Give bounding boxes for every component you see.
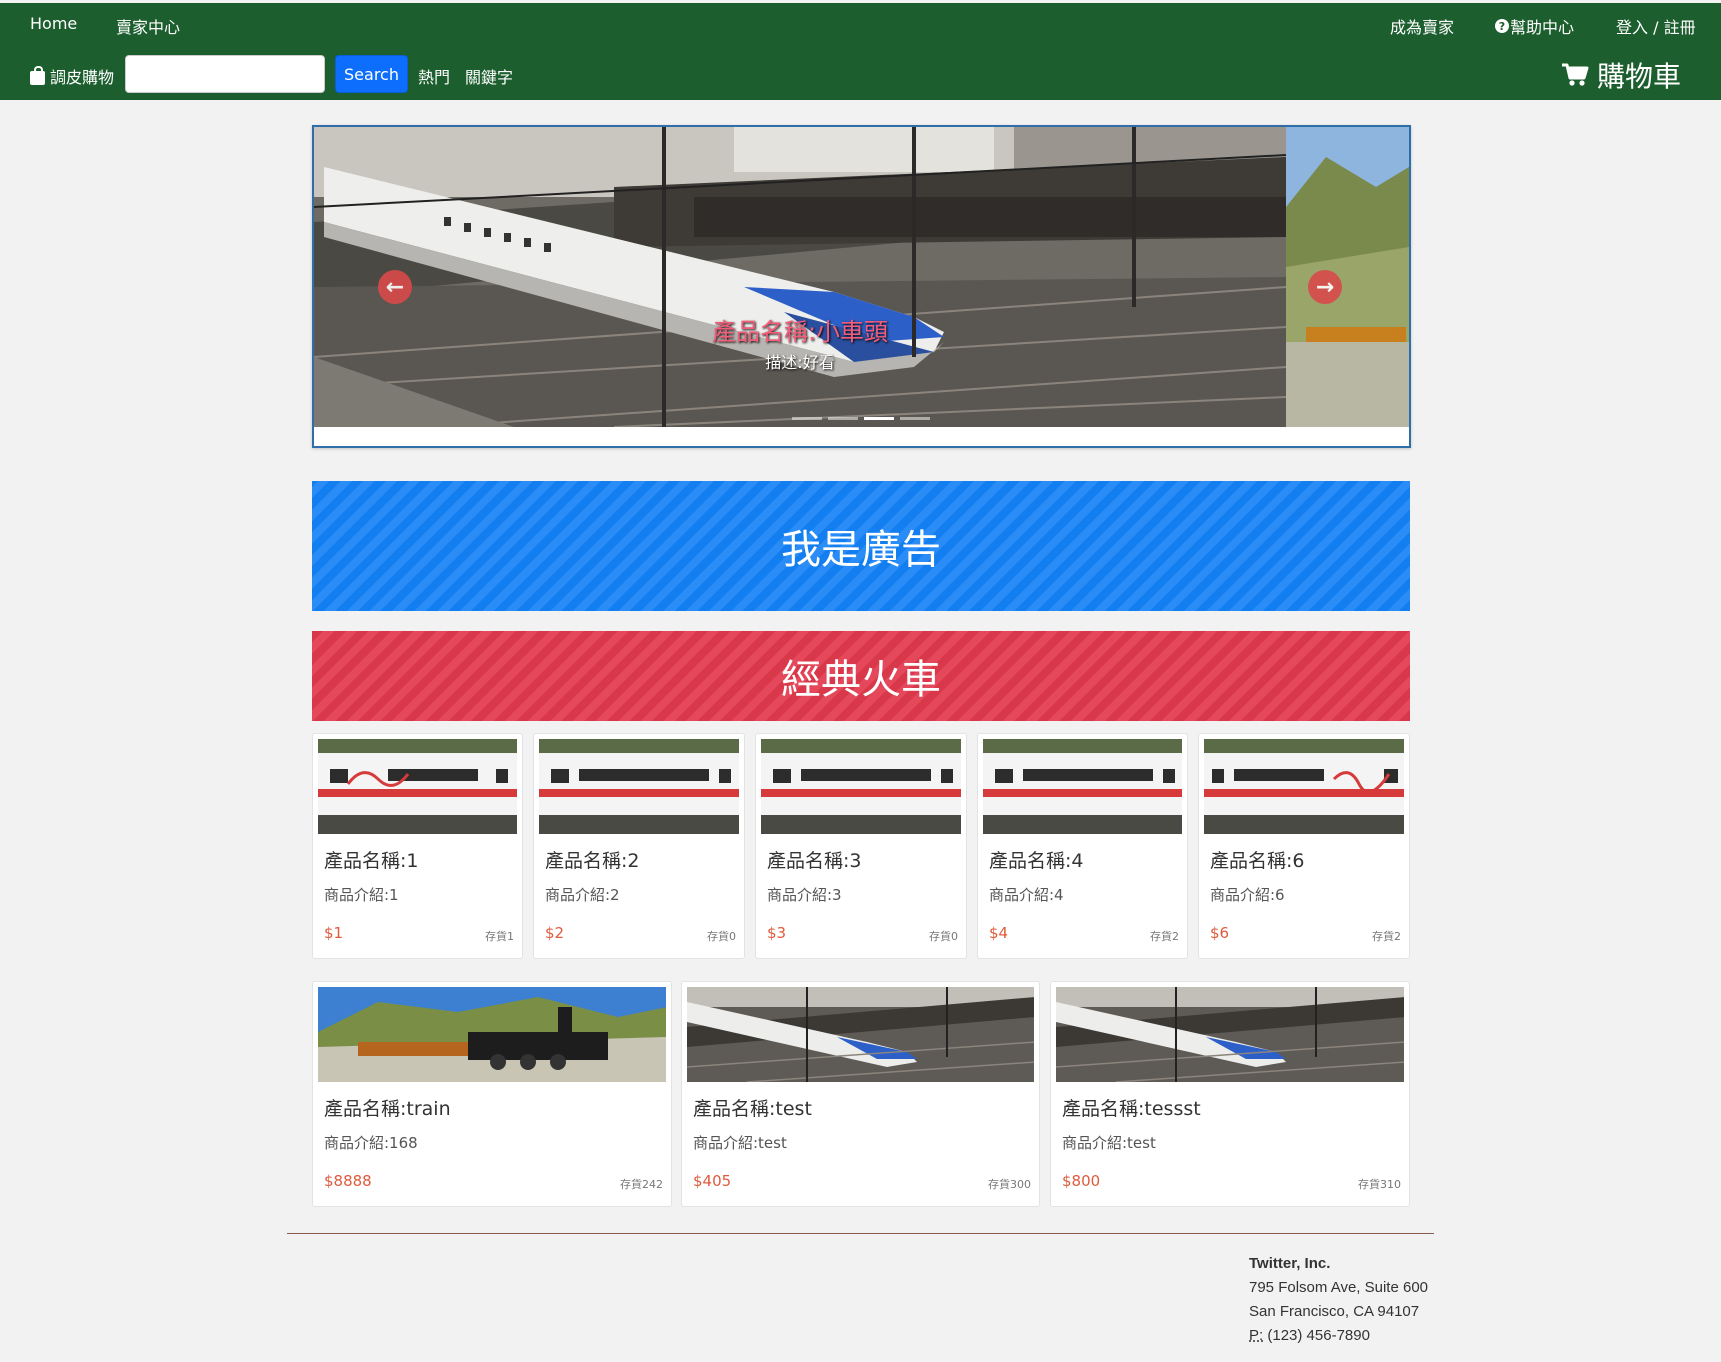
carousel-next-slide-preview: → xyxy=(1286,127,1409,427)
arrow-left-icon: ← xyxy=(385,274,405,300)
product-name[interactable]: 產品名稱:3 xyxy=(767,846,862,873)
footer-divider xyxy=(287,1233,1434,1234)
search-input[interactable] xyxy=(125,55,325,93)
arrow-right-icon: → xyxy=(1315,274,1335,300)
product-name[interactable]: 產品名稱:4 xyxy=(989,846,1084,873)
product-price: $8888 xyxy=(324,1172,372,1190)
product-image-emu-train xyxy=(983,739,1182,834)
category-banner-text: 經典火車 xyxy=(781,657,941,703)
footer-phone: P: (123) 456-7890 xyxy=(1249,1324,1428,1348)
product-desc: 商品介紹:test xyxy=(1062,1134,1156,1152)
product-name[interactable]: 產品名稱:train xyxy=(324,1094,451,1121)
product-stock: 存貨0 xyxy=(707,930,736,943)
product-price: $3 xyxy=(767,924,787,942)
nav-become-seller-link[interactable]: 成為賣家 xyxy=(1390,14,1454,38)
product-card[interactable]: 產品名稱:train 商品介紹:168 $8888 存貨242 xyxy=(312,981,672,1207)
product-desc: 商品介紹:2 xyxy=(545,886,620,904)
product-card[interactable]: 產品名稱:2 商品介紹:2 $2 存貨0 xyxy=(533,733,745,959)
footer-address-line1: 795 Folsom Ave, Suite 600 xyxy=(1249,1279,1429,1296)
footer-address-line2: San Francisco, CA 94107 xyxy=(1249,1303,1420,1320)
nav-login-link[interactable]: 登入 / 註冊 xyxy=(1616,14,1696,38)
cart-icon xyxy=(1561,63,1589,86)
cart-label: 購物車 xyxy=(1596,60,1681,93)
product-name[interactable]: 產品名稱:2 xyxy=(545,846,640,873)
product-card[interactable]: 產品名稱:1 商品介紹:1 $1 存貨1 xyxy=(312,733,523,959)
ad-banner[interactable]: 我是廣告 xyxy=(312,481,1410,611)
nav-seller-center-link[interactable]: 賣家中心 xyxy=(116,14,180,38)
carousel-next-button[interactable]: → xyxy=(1308,270,1342,304)
product-desc: 商品介紹:4 xyxy=(989,886,1064,904)
carousel-indicators xyxy=(792,417,930,420)
nav-help-label: 幫助中心 xyxy=(1510,18,1575,37)
product-image-bullet-train xyxy=(1056,987,1404,1082)
product-price: $2 xyxy=(545,924,565,942)
carousel-indicator[interactable] xyxy=(792,417,822,420)
product-image-emu-train xyxy=(1204,739,1404,834)
product-card[interactable]: 產品名稱:4 商品介紹:4 $4 存貨2 xyxy=(977,733,1188,959)
product-price: $800 xyxy=(1062,1172,1101,1190)
product-desc: 商品介紹:1 xyxy=(324,886,399,904)
product-card[interactable]: 產品名稱:test 商品介紹:test $405 存貨300 xyxy=(681,981,1040,1207)
hero-carousel[interactable]: ← 產品名稱:小車頭 描述:好看 → xyxy=(312,125,1411,448)
product-image-bullet-train xyxy=(687,987,1034,1082)
product-card[interactable]: 產品名稱:tessst 商品介紹:test $800 存貨310 xyxy=(1050,981,1410,1207)
product-desc: 商品介紹:168 xyxy=(324,1134,418,1152)
shopping-bag-icon xyxy=(30,65,45,85)
cart-link[interactable]: 購物車 xyxy=(1561,55,1681,95)
product-desc: 商品介紹:test xyxy=(693,1134,787,1152)
product-stock: 存貨242 xyxy=(620,1178,663,1191)
product-card[interactable]: 產品名稱:6 商品介紹:6 $6 存貨2 xyxy=(1198,733,1410,959)
product-price: $6 xyxy=(1210,924,1230,942)
carousel-caption-title: 產品名稱:小車頭 xyxy=(711,318,889,346)
footer-company: Twitter, Inc. xyxy=(1249,1255,1331,1272)
product-name[interactable]: 產品名稱:1 xyxy=(324,846,419,873)
product-stock: 存貨2 xyxy=(1150,930,1179,943)
product-price: $4 xyxy=(989,924,1009,942)
product-name[interactable]: 產品名稱:6 xyxy=(1210,846,1305,873)
nav-home-link[interactable]: Home xyxy=(30,14,77,33)
product-image-emu-train xyxy=(539,739,739,834)
carousel-slide-image: ← 產品名稱:小車頭 描述:好看 xyxy=(314,127,1286,427)
product-desc: 商品介紹:3 xyxy=(767,886,842,904)
product-price: $1 xyxy=(324,924,344,942)
category-banner: 經典火車 xyxy=(312,631,1410,721)
footer-phone-number: (123) 456-7890 xyxy=(1267,1327,1370,1344)
brand-name: 調皮購物 xyxy=(50,68,115,87)
carousel-caption-desc: 描述:好看 xyxy=(765,353,835,372)
carousel-indicator-active[interactable] xyxy=(864,417,894,420)
hot-link[interactable]: 熱門 xyxy=(418,64,450,88)
product-image-emu-train xyxy=(761,739,961,834)
product-stock: 存貨0 xyxy=(929,930,958,943)
top-navbar: Home 賣家中心 成為賣家 ? 幫助中心 登入 / 註冊 調皮購物 Searc… xyxy=(0,3,1721,100)
product-card[interactable]: 產品名稱:3 商品介紹:3 $3 存貨0 xyxy=(755,733,967,959)
product-stock: 存貨2 xyxy=(1372,930,1401,943)
product-image-steam-train xyxy=(318,987,666,1082)
brand-logo[interactable]: 調皮購物 xyxy=(30,64,114,88)
carousel-indicator[interactable] xyxy=(828,417,858,420)
product-name[interactable]: 產品名稱:tessst xyxy=(1062,1094,1201,1121)
product-stock: 存貨310 xyxy=(1358,1178,1401,1191)
product-price: $405 xyxy=(693,1172,732,1190)
footer-address: Twitter, Inc. 795 Folsom Ave, Suite 600 … xyxy=(1249,1252,1428,1348)
search-button[interactable]: Search xyxy=(335,55,408,93)
question-circle-icon: ? xyxy=(1495,19,1509,33)
carousel-indicator[interactable] xyxy=(900,417,930,420)
carousel-prev-button[interactable]: ← xyxy=(378,270,412,304)
product-desc: 商品介紹:6 xyxy=(1210,886,1285,904)
footer-phone-label: P: xyxy=(1249,1327,1264,1344)
nav-help-link[interactable]: ? 幫助中心 xyxy=(1495,14,1574,38)
product-stock: 存貨300 xyxy=(988,1178,1031,1191)
product-image-emu-train xyxy=(318,739,517,834)
product-name[interactable]: 產品名稱:test xyxy=(693,1094,812,1121)
ad-banner-text: 我是廣告 xyxy=(781,527,941,573)
keywords-link[interactable]: 關鍵字 xyxy=(465,64,513,88)
product-stock: 存貨1 xyxy=(485,930,514,943)
